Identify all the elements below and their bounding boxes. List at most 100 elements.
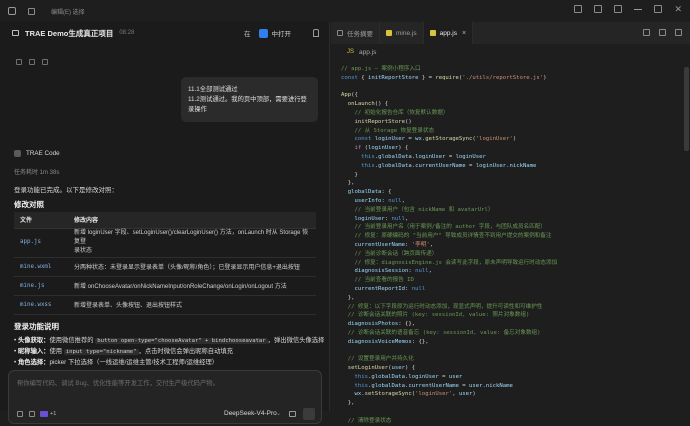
js-file-icon: JS — [347, 49, 355, 55]
code-token: , — [452, 391, 459, 398]
code-line[interactable]: wx.setStorageSync('loginUser', user) — [331, 390, 683, 399]
code-token: }, — [341, 294, 355, 301]
code-token: null — [411, 285, 426, 292]
code-line[interactable]: // 修复：原硬编码的 "当前用户" 导致成员详情查不到用户提交的案例和备注 — [331, 232, 683, 241]
code-line[interactable] — [331, 408, 683, 417]
code-line[interactable]: // app.js — 案例小程序入口 — [331, 65, 683, 74]
code-line[interactable]: diagnosisPhotos: {}, — [331, 320, 683, 329]
sidebar-toggle-icon[interactable] — [28, 7, 35, 15]
chat-input-box[interactable]: 帮你编写代码、调试 Bug、优化性能等开发工作，交付生产级代码产物。 +1 De… — [8, 370, 322, 424]
more-icon[interactable] — [675, 29, 682, 36]
code-line[interactable]: }, — [331, 179, 683, 188]
split-editor-icon[interactable] — [643, 29, 650, 36]
context-icon[interactable] — [29, 411, 35, 417]
code-token: : — [405, 285, 412, 292]
table-cell-file: app.js — [14, 228, 68, 258]
table-header: 文件 — [14, 212, 68, 229]
code-token: currentReportId — [354, 285, 406, 292]
maximize-icon[interactable] — [654, 5, 663, 13]
code-line[interactable]: initReportStore() — [331, 118, 683, 127]
code-line[interactable]: // 修复：diagnosisEngine.js 会读写此字段，原未声明导致运行… — [331, 259, 683, 268]
attach-icon[interactable] — [17, 411, 23, 417]
code-token: const — [354, 136, 372, 143]
open-in-button[interactable]: 在 中打开 — [244, 28, 291, 38]
code-line[interactable]: // 清除登录状态 — [331, 417, 683, 426]
code-line[interactable]: // 从 Storage 恢复登录状态 — [331, 127, 683, 136]
code-line[interactable]: // 诊断会话关联的语音备忘 (key: sessionId, value: 备… — [331, 329, 683, 338]
chevron-down-icon[interactable]: ⌄ — [276, 410, 281, 417]
code-line[interactable]: this.globalData.loginUser = user — [331, 373, 683, 382]
minimize-icon[interactable] — [634, 9, 643, 10]
code-line[interactable]: // 初始化报告仓库（恢复默认数据） — [331, 109, 683, 118]
code-line[interactable]: userInfo: null, — [331, 197, 683, 206]
code-line[interactable]: currentReportId: null — [331, 285, 683, 294]
code-line[interactable]: // 设置登录用户并持久化 — [331, 355, 683, 364]
code-line[interactable] — [331, 347, 683, 356]
code-line[interactable] — [331, 83, 683, 92]
code-line[interactable]: onLaunch() { — [331, 100, 683, 109]
bullet-code: input type="nickname" — [63, 349, 139, 355]
code-line[interactable]: // 当前查看的报告 ID — [331, 276, 683, 285]
code-line[interactable]: }, — [331, 399, 683, 408]
send-button[interactable] — [303, 408, 315, 420]
code-token: diagnosisVoiceMemos — [347, 338, 412, 345]
code-token: } — [341, 171, 358, 178]
code-line[interactable]: const loginUser = wx.getStorageSync('log… — [331, 135, 683, 144]
task-duration[interactable]: 任务耗时 1m 38s — [14, 167, 59, 176]
code-line[interactable]: if (loginUser) { — [331, 144, 683, 153]
tab-task-summary[interactable]: 任务摘要 — [331, 22, 380, 44]
image-icon[interactable] — [289, 411, 296, 417]
open-in-label: 中打开 — [271, 31, 292, 38]
code-token: }, — [341, 400, 355, 407]
code-line[interactable]: // 当前登录用户名（用于案例/备注的 author 字段，与团队成员名匹配） — [331, 223, 683, 232]
code-token: // 当前登录用户（包含 nickName 和 avatarUrl） — [341, 206, 494, 213]
code-token: ) — [472, 391, 476, 398]
code-line[interactable]: currentUserName: '李明', — [331, 241, 683, 250]
chat-input[interactable]: 帮你编写代码、调试 Bug、优化性能等开发工作，交付生产级代码产物。 — [17, 378, 219, 387]
code-token: this — [361, 162, 375, 169]
split-icon[interactable] — [614, 5, 623, 13]
code-line[interactable]: loginUser: null, — [331, 215, 683, 224]
scrollbar-thumb[interactable] — [684, 67, 689, 151]
code-line[interactable]: diagnosisSession: null, — [331, 267, 683, 276]
model-selector[interactable]: DeepSeek-V4-Pro — [224, 410, 277, 417]
tab-app-js[interactable]: app.js × — [423, 22, 474, 44]
editor-scrollbar[interactable] — [684, 67, 689, 397]
copy-icon[interactable] — [42, 59, 48, 65]
copy-icon[interactable] — [659, 29, 666, 36]
code-token: = — [465, 162, 476, 169]
code-token: , — [405, 215, 409, 222]
code-line[interactable]: globalData: { — [331, 188, 683, 197]
code-line[interactable]: } — [331, 171, 683, 180]
code-line[interactable]: this.globalData.loginUser = loginUser — [331, 153, 683, 162]
code-line[interactable]: diagnosisVoiceMemos: {}, — [331, 338, 683, 347]
code-line[interactable]: this.globalData.currentUserName = user.n… — [331, 382, 683, 391]
code-token: loginUser — [475, 162, 507, 169]
code-line[interactable]: }, — [331, 294, 683, 303]
panel-icon[interactable] — [594, 5, 603, 13]
code-line[interactable]: // 诊断会话关联的照片 (key: sessionId, value: 照片对… — [331, 311, 683, 320]
code-line[interactable]: setLoginUser(user) { — [331, 364, 683, 373]
table-cell-change: 新增 onChooseAvatar/onNickNameInput/onRole… — [68, 276, 316, 296]
pin-icon[interactable] — [313, 29, 319, 37]
code-token: loginUser — [415, 153, 446, 160]
tab-mine-js[interactable]: mine.js — [380, 22, 424, 44]
code-line[interactable]: // 修复：以下字段原为运行时动态添加，现显式声明，提升可读性和可维护性 — [331, 303, 683, 312]
code-line[interactable]: App({ — [331, 91, 683, 100]
code-line[interactable]: // 当前诊断会话（跨页面传递） — [331, 250, 683, 259]
breadcrumb-file[interactable]: app.js — [359, 49, 376, 56]
menu-bar[interactable]: 编辑(E) 选择 — [51, 7, 85, 16]
context-badge[interactable] — [40, 411, 48, 417]
breadcrumb[interactable]: JS app.js — [331, 44, 690, 60]
code-editor[interactable]: // app.js — 案例小程序入口 const { initReportSto… — [331, 65, 683, 426]
layout-icon[interactable] — [574, 5, 583, 13]
code-line[interactable]: const { initReportStore } = require('./u… — [331, 74, 683, 83]
close-tab-icon[interactable]: × — [462, 30, 466, 37]
thumbs-up-icon[interactable] — [16, 59, 22, 65]
code-token: getStorageSync — [425, 136, 473, 143]
code-line[interactable]: // 当前登录用户（包含 nickName 和 avatarUrl） — [331, 206, 683, 215]
user-message: 11.1全部测试通过 11.2测试通过。我的页中顶部，需要进行登录操作 — [181, 77, 318, 122]
close-window-icon[interactable]: ✕ — [674, 5, 682, 14]
code-line[interactable]: this.globalData.currentUserName = loginU… — [331, 162, 683, 171]
thumbs-down-icon[interactable] — [29, 59, 35, 65]
